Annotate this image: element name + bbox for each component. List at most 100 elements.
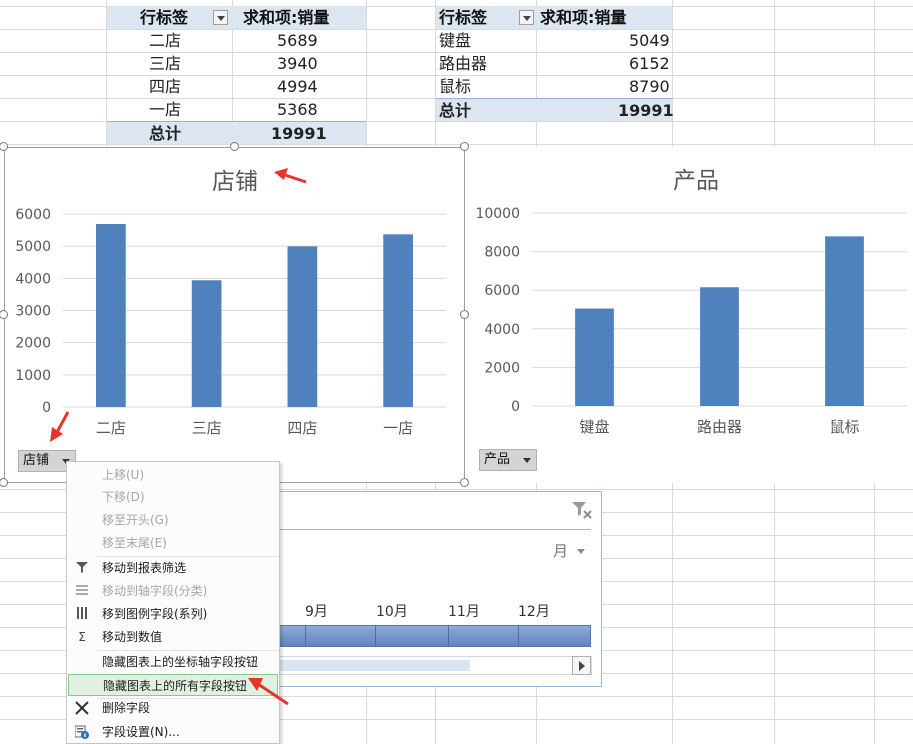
row-labels-header: 行标签 (140, 8, 189, 27)
menu-item-move-to-end[interactable]: 移至末尾(E) (68, 532, 278, 554)
bar[interactable] (96, 224, 126, 407)
menu-item-move-down[interactable]: 下移(D) (68, 486, 278, 508)
product-sales-plot[interactable]: 0 2000 4000 6000 8000 10000 键盘 路由器 鼠标 (470, 147, 913, 481)
timeline-period-bar[interactable] (279, 625, 591, 647)
resize-handle[interactable] (460, 142, 469, 151)
row-labels-filter-button[interactable] (213, 10, 228, 25)
menu-item-label: 移到图例字段(系列) (102, 607, 208, 621)
timeline-scrollbar[interactable] (279, 656, 592, 675)
product-field-button[interactable]: 产品 (479, 449, 537, 471)
time-level-selector[interactable]: 月 (553, 540, 585, 561)
table-row[interactable]: 路由器 6152 (436, 52, 672, 75)
menu-item-hide-axis-field-buttons[interactable]: 隐藏图表上的坐标轴字段按钮 (68, 651, 278, 673)
menu-item-move-to-legend-fields[interactable]: 移到图例字段(系列) (68, 603, 278, 625)
row-label: 一店 (149, 100, 182, 119)
time-level-label: 月 (553, 542, 569, 560)
menu-item-label: 移至末尾(E) (102, 536, 167, 550)
timeline-month[interactable]: 11月 (448, 601, 480, 621)
y-tick-label: 10000 (475, 206, 520, 222)
table-row[interactable]: 键盘 5049 (436, 29, 672, 52)
menu-item-label: 下移(D) (102, 490, 145, 504)
delete-icon (75, 701, 89, 715)
bar[interactable] (383, 234, 413, 407)
row-label: 三店 (149, 54, 182, 73)
field-button-label: 产品 (484, 452, 511, 467)
row-value: 5049 (629, 31, 670, 50)
menu-item-move-to-axis-fields[interactable]: 移动到轴字段(分类) (68, 580, 278, 602)
menu-item-field-settings[interactable]: 字段设置(N)... (68, 721, 278, 743)
sigma-icon: Σ (78, 630, 86, 644)
annotation-arrow-title (274, 168, 307, 184)
resize-handle[interactable] (460, 310, 469, 319)
table-row[interactable]: 二店 5689 (107, 29, 366, 52)
table-row[interactable]: 四店 4994 (107, 75, 366, 98)
table-row[interactable]: 三店 3940 (107, 52, 366, 75)
row-value: 6152 (629, 54, 670, 73)
menu-item-move-up[interactable]: 上移(U) (68, 464, 278, 486)
row-value: 8790 (629, 77, 670, 96)
table-row[interactable]: 鼠标 8790 (436, 75, 672, 98)
bar[interactable] (575, 308, 614, 406)
category-label: 路由器 (697, 418, 742, 436)
product-sales-chart[interactable]: 产品 0 2000 4000 6000 8000 10000 键盘 路由器 鼠标 产品 (470, 147, 913, 483)
rows-icon (75, 584, 89, 598)
bar[interactable] (191, 280, 222, 407)
resize-handle[interactable] (0, 478, 8, 487)
y-tick-label: 2000 (15, 336, 51, 352)
field-settings-icon (74, 725, 89, 739)
pivot-total-row[interactable]: 总计 19991 (436, 98, 674, 121)
total-value: 19991 (271, 124, 327, 143)
bar[interactable] (700, 287, 739, 406)
store-sales-plot[interactable]: 0100020003000400050006000二店 三店 四店 一店 (5, 148, 464, 482)
timeline-month[interactable]: 10月 (376, 601, 408, 621)
row-value: 5368 (277, 100, 318, 119)
row-label: 路由器 (439, 54, 488, 73)
row-labels-header: 行标签 (439, 8, 488, 27)
pivot-header-row: 行标签 求和项:销量 (436, 6, 672, 29)
menu-item-move-to-values[interactable]: Σ 移动到数值 (68, 626, 278, 648)
menu-item-move-to-beginning[interactable]: 移至开头(G) (68, 509, 278, 531)
table-row[interactable]: 一店 5368 (107, 98, 366, 121)
value-field-header: 求和项:销量 (540, 8, 627, 27)
store-sales-chart[interactable]: 店铺 0 1000 2000 3000 4000 5000 6000 二店 三店 四店 一店 店铺 (4, 147, 465, 483)
menu-item-move-to-report-filter[interactable]: 移动到报表筛选 (68, 557, 278, 579)
value-field-header: 求和项:销量 (243, 8, 330, 27)
y-tick-label: 8000 (484, 245, 520, 261)
menu-item-label: 移动到数值 (102, 630, 163, 644)
timeline-month[interactable]: 9月 (305, 601, 328, 621)
chevron-down-icon (576, 549, 585, 554)
filter-icon (75, 561, 89, 575)
pivot-table-store[interactable]: 行标签 求和项:销量 二店 5689 三店 3940 四店 4994 一店 53… (107, 6, 366, 144)
y-tick-label: 2000 (484, 360, 520, 376)
scroll-right-button[interactable] (572, 656, 591, 675)
row-label: 四店 (149, 77, 182, 96)
menu-item-label: 移动到轴字段(分类) (102, 584, 208, 598)
timeline-month[interactable]: 12月 (518, 601, 550, 621)
y-tick-label: 3000 (15, 304, 51, 320)
row-labels-filter-button[interactable] (519, 10, 534, 25)
category-label: 二店 (96, 419, 126, 437)
clear-filter-icon[interactable] (571, 500, 593, 520)
bar[interactable] (287, 246, 318, 407)
timeline-slicer[interactable]: 月 9月 10月 11月 12月 (240, 491, 602, 687)
pivot-total-row[interactable]: 总计 19991 (107, 121, 366, 144)
chevron-down-icon (523, 458, 531, 463)
scrollbar-thumb[interactable] (280, 660, 470, 671)
resize-handle[interactable] (230, 142, 239, 151)
bar[interactable] (825, 236, 864, 406)
y-tick-label: 5000 (15, 239, 51, 255)
category-label: 一店 (383, 419, 413, 437)
category-label: 三店 (192, 419, 222, 437)
y-tick-label: 4000 (15, 271, 51, 287)
annotation-arrow-field-button (50, 411, 70, 442)
menu-item-label: 移至开头(G) (102, 513, 169, 527)
pivot-table-product[interactable]: 行标签 求和项:销量 键盘 5049 路由器 6152 鼠标 8790 总计 1… (436, 6, 674, 121)
pivot-header-row: 行标签 求和项:销量 (107, 6, 366, 29)
field-button-label: 店铺 (23, 453, 50, 468)
row-label: 键盘 (439, 31, 472, 50)
menu-item-label: 移动到报表筛选 (102, 561, 187, 575)
resize-handle[interactable] (460, 478, 469, 487)
category-label: 四店 (287, 419, 317, 437)
menu-item-label: 隐藏图表上的所有字段按钮 (103, 679, 248, 693)
category-label: 键盘 (579, 418, 609, 436)
